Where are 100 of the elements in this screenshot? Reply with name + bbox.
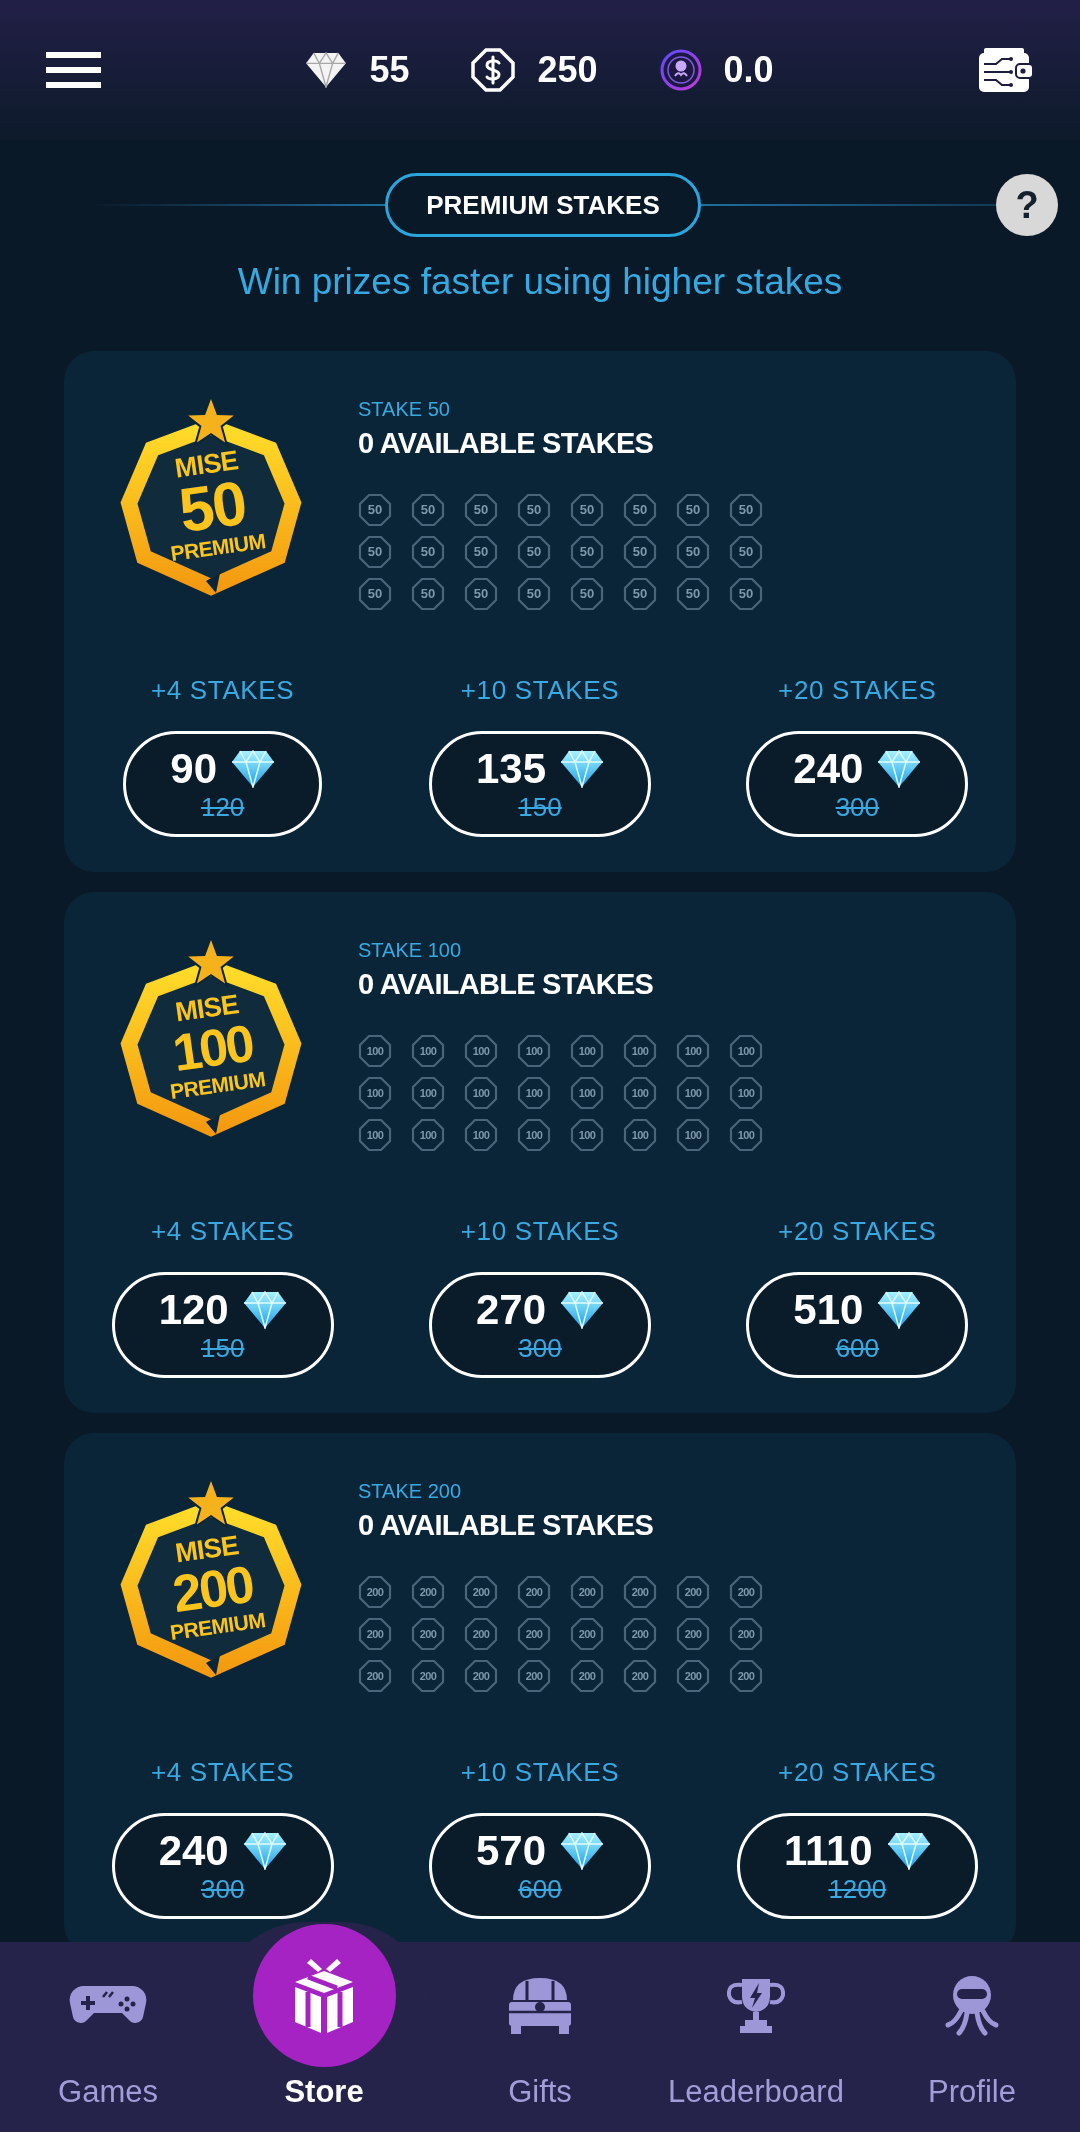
stake-token: 50 <box>411 535 445 569</box>
old-price: 150 <box>518 792 562 822</box>
stake-token: 200 <box>517 1659 551 1693</box>
stake-token: 100 <box>358 1034 392 1068</box>
stake-token: 100 <box>517 1118 551 1152</box>
stake-token: 100 <box>411 1118 445 1152</box>
stake-token: 200 <box>729 1617 763 1651</box>
balance-value: 250 <box>537 48 598 92</box>
stake-token: 100 <box>517 1034 551 1068</box>
stakes-amount-label: +10 STAKES <box>460 674 620 706</box>
stake-token: 100 <box>411 1076 445 1110</box>
stake-token: 200 <box>517 1617 551 1651</box>
nav-tab[interactable]: Games <box>0 1942 216 2132</box>
stake-token: 200 <box>464 1617 498 1651</box>
stake-token: 50 <box>623 577 657 611</box>
stake-token: 200 <box>464 1659 498 1693</box>
nav-tab[interactable]: Leaderboard <box>648 1942 864 2132</box>
help-button[interactable]: ? <box>996 174 1058 236</box>
stake-token: 100 <box>464 1034 498 1068</box>
wallet-icon[interactable] <box>978 47 1034 93</box>
stake-token: 200 <box>358 1575 392 1609</box>
diamond-icon <box>242 1832 287 1870</box>
balance-value: 0.0 <box>723 48 774 92</box>
stake-token: 50 <box>729 577 763 611</box>
stake-label: STAKE 200 <box>358 1479 463 1503</box>
old-price: 300 <box>200 1874 245 1904</box>
stake-token: 200 <box>358 1617 392 1651</box>
price-button[interactable]: 90 120 <box>123 731 322 837</box>
diamond-icon <box>560 1291 605 1329</box>
stake-token: 100 <box>358 1076 392 1110</box>
stake-token: 50 <box>517 577 551 611</box>
stake-token: 100 <box>358 1118 392 1152</box>
stake-token: 100 <box>623 1034 657 1068</box>
stake-token: 200 <box>358 1659 392 1693</box>
stake-token: 50 <box>358 577 392 611</box>
price-button[interactable]: 240 300 <box>746 731 969 837</box>
octopus-mask-icon <box>945 1973 999 2037</box>
stake-token: 50 <box>623 535 657 569</box>
stake-token: 50 <box>729 535 763 569</box>
price-button[interactable]: 270 300 <box>428 1272 652 1378</box>
nav-tab[interactable]: Profile <box>864 1942 1080 2132</box>
stake-token: 100 <box>623 1076 657 1110</box>
stake-token: 100 <box>676 1118 710 1152</box>
stake-token: 200 <box>570 1659 604 1693</box>
price-button[interactable]: 240 300 <box>111 1813 334 1919</box>
stake-token: 200 <box>411 1575 445 1609</box>
stakes-amount-label: +20 STAKES <box>778 674 937 706</box>
old-price: 300 <box>518 1333 562 1363</box>
subtitle: Win prizes faster using higher stakes <box>236 260 844 304</box>
price-button[interactable]: 570 600 <box>428 1813 652 1919</box>
menu-icon[interactable] <box>46 52 101 88</box>
stake-token: 50 <box>464 577 498 611</box>
stake-label: STAKE 100 <box>358 938 463 962</box>
stake-token: 50 <box>676 535 710 569</box>
stake-token: 50 <box>570 577 604 611</box>
price-button[interactable]: 120 150 <box>111 1272 334 1378</box>
badge-top-text: MISE <box>173 446 240 483</box>
old-price: 600 <box>835 1333 879 1363</box>
stake-token: 100 <box>729 1118 763 1152</box>
stake-token: 200 <box>411 1617 445 1651</box>
diamond-icon <box>877 1291 922 1329</box>
stake-token: 200 <box>729 1659 763 1693</box>
stakes-amount-label: +10 STAKES <box>460 1756 620 1788</box>
stake-token: 200 <box>570 1617 604 1651</box>
stake-token: 100 <box>517 1076 551 1110</box>
available-stakes-title: 0 AVAILABLE STAKES <box>358 426 655 461</box>
stake-token: 50 <box>464 493 498 527</box>
price-button[interactable]: 1110 1200 <box>736 1813 978 1919</box>
stake-token: 50 <box>676 493 710 527</box>
star-octagon-badge-icon <box>120 938 302 1138</box>
diamond-icon <box>242 1291 287 1329</box>
diamond-icon <box>877 750 922 788</box>
stake-token: 100 <box>464 1076 498 1110</box>
stakes-amount-label: +4 STAKES <box>150 674 295 706</box>
nav-tab[interactable]: Gifts <box>432 1942 648 2132</box>
diamond-icon <box>560 750 605 788</box>
stake-token: 200 <box>676 1575 710 1609</box>
price-button[interactable]: 135 150 <box>428 731 652 837</box>
stake-token: 200 <box>623 1659 657 1693</box>
diamond-icon <box>305 52 348 88</box>
price-button[interactable]: 510 600 <box>746 1272 969 1378</box>
dollar-coin-icon <box>471 48 516 92</box>
old-price: 300 <box>835 792 879 822</box>
stake-token: 50 <box>411 577 445 611</box>
token-coin-icon <box>659 49 702 91</box>
stake-token: 100 <box>729 1076 763 1110</box>
stake-token: 50 <box>517 493 551 527</box>
balance-value: 55 <box>369 48 410 92</box>
stake-token: 50 <box>729 493 763 527</box>
stake-token: 200 <box>623 1575 657 1609</box>
stake-token: 100 <box>570 1034 604 1068</box>
stake-token: 200 <box>623 1617 657 1651</box>
stake-token: 200 <box>517 1575 551 1609</box>
stake-token: 100 <box>411 1034 445 1068</box>
stake-token: 100 <box>676 1034 710 1068</box>
stakes-amount-label: +4 STAKES <box>150 1215 295 1247</box>
stake-token: 100 <box>570 1118 604 1152</box>
stake-token: 100 <box>464 1118 498 1152</box>
stake-token: 50 <box>517 535 551 569</box>
old-price: 600 <box>518 1874 562 1904</box>
